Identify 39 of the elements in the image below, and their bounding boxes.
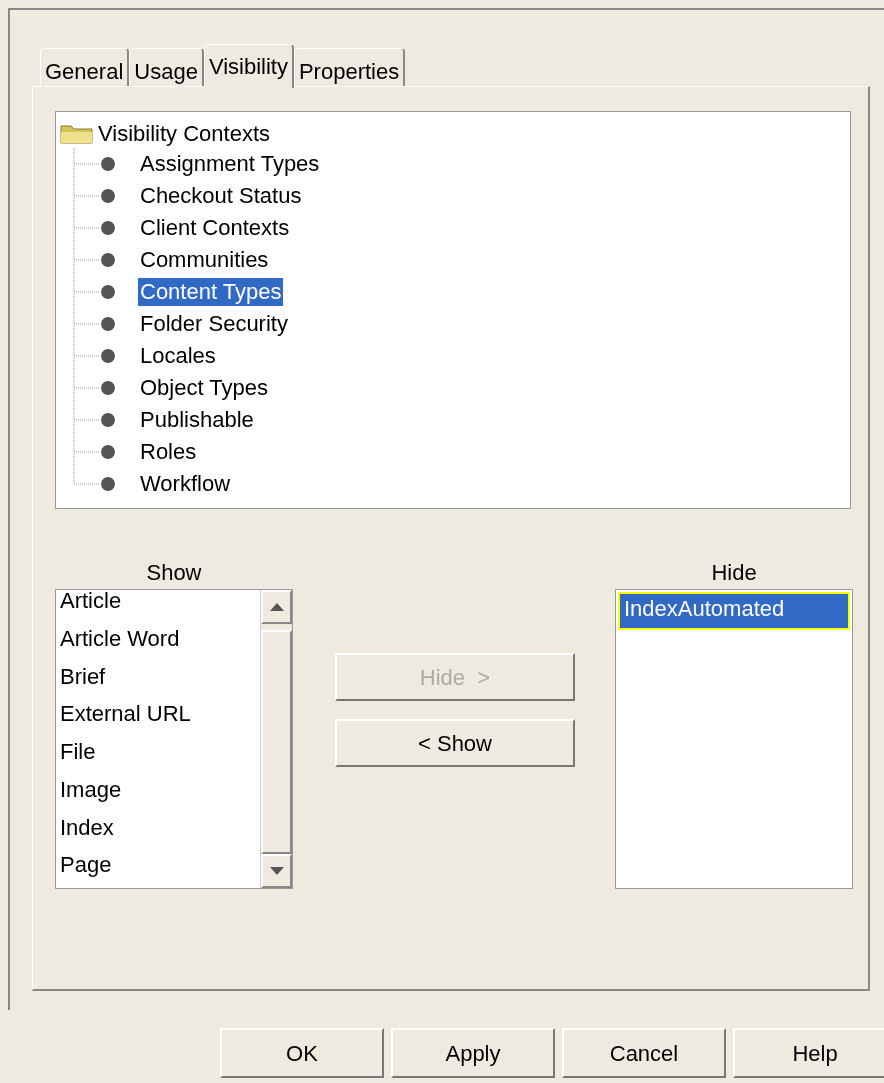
scroll-up-button[interactable] bbox=[261, 590, 292, 624]
dialog-button[interactable]: Cancel bbox=[562, 1028, 726, 1078]
tab[interactable]: Usage bbox=[129, 48, 204, 86]
tree-root-label[interactable]: Visibility Contexts bbox=[98, 116, 270, 150]
list-item[interactable]: IndexAutomated bbox=[618, 592, 850, 630]
tree-item[interactable]: Communities bbox=[138, 246, 271, 274]
tree-item[interactable]: Client Contexts bbox=[138, 214, 292, 242]
list-item[interactable]: Article bbox=[56, 590, 260, 624]
tree-item[interactable]: Locales bbox=[138, 342, 218, 370]
list-item[interactable]: Page bbox=[56, 850, 260, 888]
tab[interactable]: Visibility bbox=[203, 44, 294, 88]
tree-item[interactable]: Publishable bbox=[138, 406, 256, 434]
tree-item[interactable]: Folder Security bbox=[138, 310, 290, 338]
folder-icon bbox=[60, 122, 94, 144]
tree-item[interactable]: Object Types bbox=[138, 374, 270, 402]
list-item[interactable]: File bbox=[56, 737, 260, 775]
list-item[interactable]: Article Word bbox=[56, 623, 260, 662]
list-item[interactable]: Index bbox=[56, 812, 260, 851]
tab[interactable]: General bbox=[40, 48, 130, 86]
tree-item[interactable]: Assignment Types bbox=[138, 150, 322, 178]
dialog-button[interactable]: Apply bbox=[391, 1028, 555, 1078]
tree-item[interactable]: Roles bbox=[138, 438, 199, 466]
scrollbar[interactable] bbox=[260, 590, 292, 888]
list-item[interactable]: Image bbox=[56, 774, 260, 813]
tree-item[interactable]: Workflow bbox=[138, 470, 233, 498]
down-arrow-icon bbox=[269, 867, 284, 875]
dialog-button[interactable]: OK bbox=[220, 1028, 384, 1078]
tree-item[interactable]: Content Types bbox=[138, 278, 284, 306]
tab[interactable]: Properties bbox=[293, 48, 406, 86]
dialog-button[interactable]: Help bbox=[733, 1028, 884, 1078]
move-button[interactable]: < Show bbox=[335, 719, 575, 767]
list-label: Hide bbox=[711, 559, 757, 587]
list-item[interactable]: Brief bbox=[56, 661, 260, 700]
tree-item[interactable]: Checkout Status bbox=[138, 182, 304, 210]
list-item[interactable]: External URL bbox=[56, 699, 260, 737]
up-arrow-icon bbox=[269, 603, 284, 611]
scroll-thumb[interactable] bbox=[261, 630, 292, 854]
scroll-down-button[interactable] bbox=[261, 854, 292, 888]
list-label: Show bbox=[146, 559, 202, 587]
